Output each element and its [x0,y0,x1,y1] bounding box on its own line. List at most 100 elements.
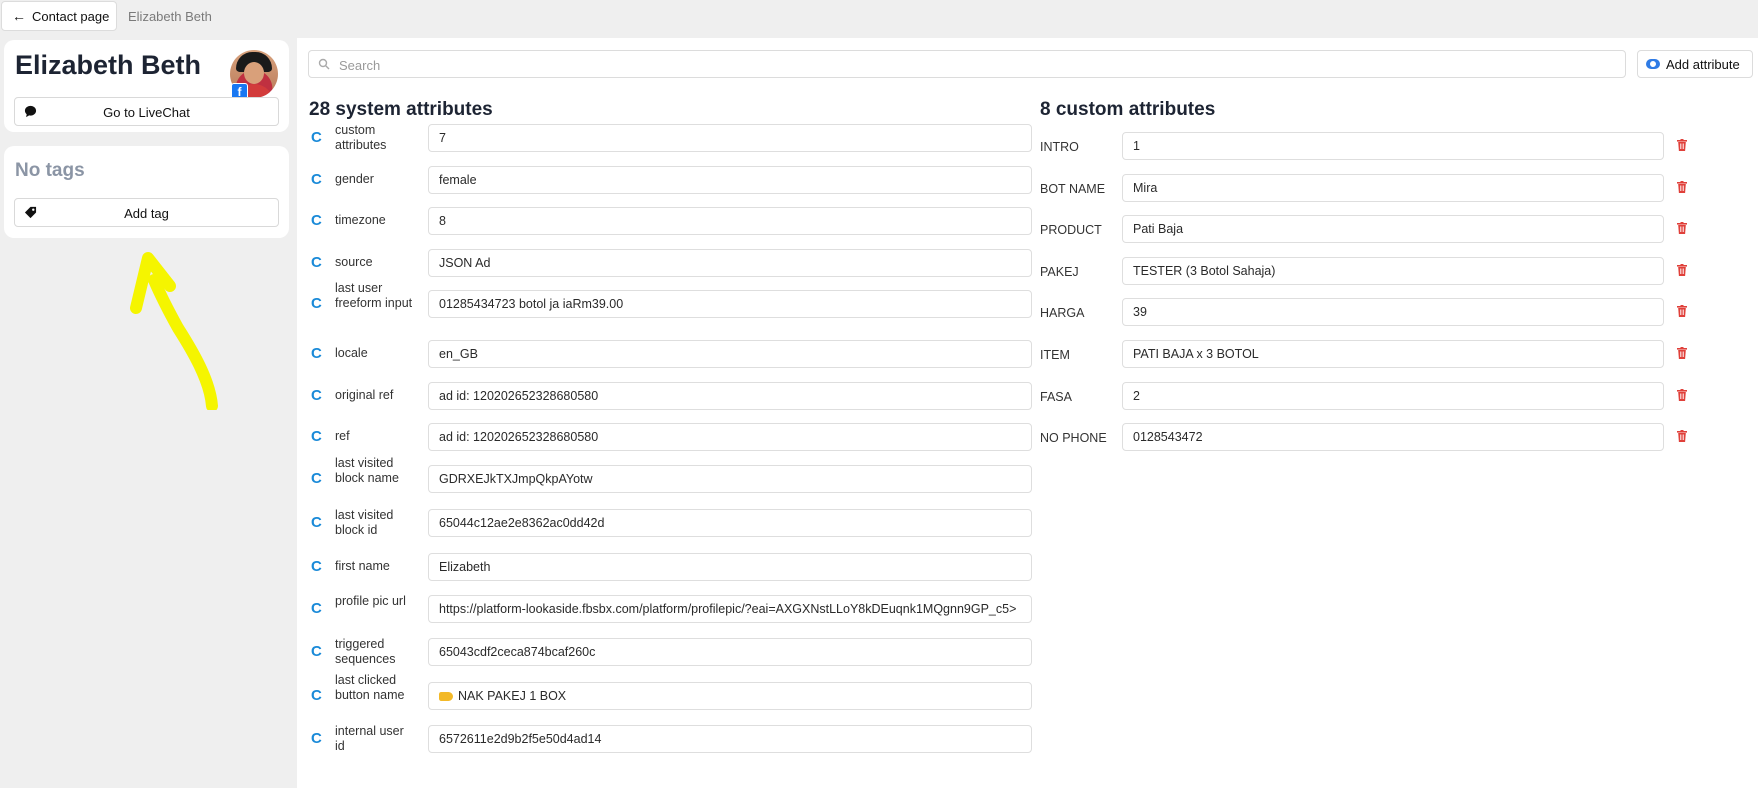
system-attribute-value[interactable]: 01285434723 botol ja iaRm39.00 [428,290,1032,318]
c-refresh-icon: C [311,643,322,660]
system-attribute-row: Clast user freeform input 01285434723 bot… [309,281,1032,323]
system-attribute-value[interactable]: ad id: 120202652328680580 [428,423,1032,451]
c-refresh-icon: C [311,558,322,575]
system-attribute-value[interactable]: NAK PAKEJ 1 BOX [428,682,1032,710]
system-attribute-row: Cref ad id: 120202652328680580 [309,420,1032,456]
system-attribute-value-text: ad id: 120202652328680580 [439,430,599,444]
system-attribute-row: Clast visited block id 65044c12ae2e8362ac… [309,506,1032,542]
custom-attribute-value[interactable]: 39 [1122,298,1664,327]
custom-attribute-row: NO PHONE 0128543472 [1040,423,1750,453]
system-attribute-value-text: Elizabeth [439,560,491,574]
custom-attribute-value[interactable]: PATI BAJA x 3 BOTOL [1122,340,1664,368]
custom-attribute-label: PRODUCT [1040,223,1102,238]
custom-attribute-label: PAKEJ [1040,264,1079,279]
system-attribute-value-text: GDRXEJkTXJmpQkpAYotw [439,472,593,486]
profile-card: Elizabeth Beth f Go to LiveChat [4,40,289,132]
search-input[interactable] [337,54,1541,76]
custom-attribute-value-text: TESTER (3 Botol Sahaja) [1133,263,1276,278]
system-attribute-value[interactable]: 6572611e2d9b2f5e50d4ad14 [428,725,1032,753]
system-attribute-value-text: https://platform-lookaside.fbsbx.com/pla… [439,602,1017,616]
system-attribute-value[interactable]: en_GB [428,340,1032,368]
system-attribute-row: Cfirst name Elizabeth [309,550,1032,586]
system-attribute-label: custom attributes [335,122,387,153]
system-attribute-value-text: 65043cdf2ceca874bcaf260c [439,645,596,659]
top-bar: ← Contact page Elizabeth Beth [0,0,1758,34]
trash-icon[interactable] [1677,305,1687,318]
system-attribute-label: locale [335,346,368,361]
back-to-contact-page-button[interactable]: ← Contact page [1,1,117,31]
trash-icon[interactable] [1677,222,1687,235]
trash-icon[interactable] [1677,388,1687,401]
attributes-panel: Add attribute 28 system attributes 8 cus… [297,38,1758,788]
c-refresh-icon: C [311,345,322,362]
search-icon [318,58,330,70]
system-attribute-label: last user freeform input [335,280,413,311]
system-attribute-value[interactable]: ad id: 120202652328680580 [428,382,1032,410]
c-refresh-icon: C [311,387,322,404]
trash-icon[interactable] [1677,263,1687,276]
custom-attribute-value[interactable]: 1 [1122,132,1664,160]
system-attribute-value-text: female [439,173,477,187]
custom-attribute-label: NO PHONE [1040,431,1107,446]
add-attribute-label: Add attribute [1666,56,1740,72]
custom-attributes-title: 8 custom attributes [1040,99,1216,120]
trash-icon[interactable] [1677,430,1687,443]
system-attribute-label: last clicked button name [335,672,405,703]
system-attribute-value[interactable]: 8 [428,207,1032,235]
custom-attribute-label: ITEM [1040,348,1070,362]
custom-attribute-row: BOT NAME Mira [1040,173,1750,204]
search-box[interactable] [308,50,1626,78]
system-attribute-value[interactable]: 65043cdf2ceca874bcaf260c [428,638,1032,666]
pointing-hand-icon [439,692,453,701]
add-tag-label: Add tag [124,206,169,221]
system-attribute-value-text: ad id: 120202652328680580 [439,389,599,403]
tags-card: No tags Add tag [4,146,289,238]
system-attribute-label: timezone [335,213,386,228]
system-attribute-value-text: NAK PAKEJ 1 BOX [458,689,567,703]
trash-icon[interactable] [1677,139,1687,151]
add-tag-button[interactable]: Add tag [14,198,279,227]
system-attribute-value[interactable]: JSON Ad [428,249,1032,277]
system-attribute-value[interactable]: female [428,166,1032,194]
system-attribute-value[interactable]: Elizabeth [428,553,1032,581]
c-refresh-icon: C [311,212,322,229]
system-attribute-value[interactable]: https://platform-lookaside.fbsbx.com/pla… [428,595,1032,623]
arrow-left-icon: ← [12,8,26,24]
system-attribute-label: first name [335,559,390,574]
custom-attribute-value-text: 2 [1133,388,1140,403]
custom-attribute-value[interactable]: Pati Baja [1122,215,1664,244]
system-attribute-value-text: en_GB [439,347,478,361]
custom-attribute-row: FASA 2 [1040,381,1750,412]
c-refresh-icon: C [311,129,322,146]
trash-icon[interactable] [1677,180,1687,193]
custom-attribute-row: PAKEJ TESTER (3 Botol Sahaja) [1040,256,1750,287]
system-attribute-value[interactable]: GDRXEJkTXJmpQkpAYotw [428,465,1032,493]
c-refresh-icon: C [311,687,322,704]
trash-icon[interactable] [1677,347,1687,359]
custom-attribute-value-text: PATI BAJA x 3 BOTOL [1133,347,1259,361]
custom-attribute-value[interactable]: 2 [1122,381,1664,410]
system-attribute-row: Csource JSON Ad [309,246,1032,282]
system-attribute-row: Cinternal user id 6572611e2d9b2f5e50d4ad1… [309,722,1032,758]
custom-attribute-row: ITEM PATI BAJA x 3 BOTOL [1040,340,1750,370]
system-attribute-value[interactable]: 65044c12ae2e8362ac0dd42d [428,509,1032,537]
custom-attribute-value[interactable]: 0128543472 [1122,423,1664,452]
system-attribute-value-text: 65044c12ae2e8362ac0dd42d [439,516,605,530]
custom-attribute-value[interactable]: Mira [1122,173,1664,202]
custom-attribute-label: INTRO [1040,140,1079,154]
system-attribute-label: original ref [335,388,394,403]
system-attribute-label: last visited block name [335,455,399,486]
custom-attribute-row: HARGA 39 [1040,298,1750,328]
c-refresh-icon: C [311,514,322,531]
add-attribute-button[interactable]: Add attribute [1637,50,1753,78]
go-to-livechat-button[interactable]: Go to LiveChat [14,97,279,126]
custom-attribute-value[interactable]: TESTER (3 Botol Sahaja) [1122,256,1664,285]
system-attribute-row: Clast visited block name GDRXEJkTXJmpQkpA… [309,456,1032,498]
system-attribute-row: Clast clicked button name NAK PAKEJ 1 BOX [309,673,1032,715]
system-attribute-label: triggered sequences [335,636,396,667]
custom-attribute-value-text: 1 [1133,139,1140,153]
system-attribute-value[interactable]: 7 [428,124,1032,152]
c-refresh-icon: C [311,295,322,312]
c-refresh-icon: C [311,470,322,487]
system-attribute-row: Cgender female [309,163,1032,199]
